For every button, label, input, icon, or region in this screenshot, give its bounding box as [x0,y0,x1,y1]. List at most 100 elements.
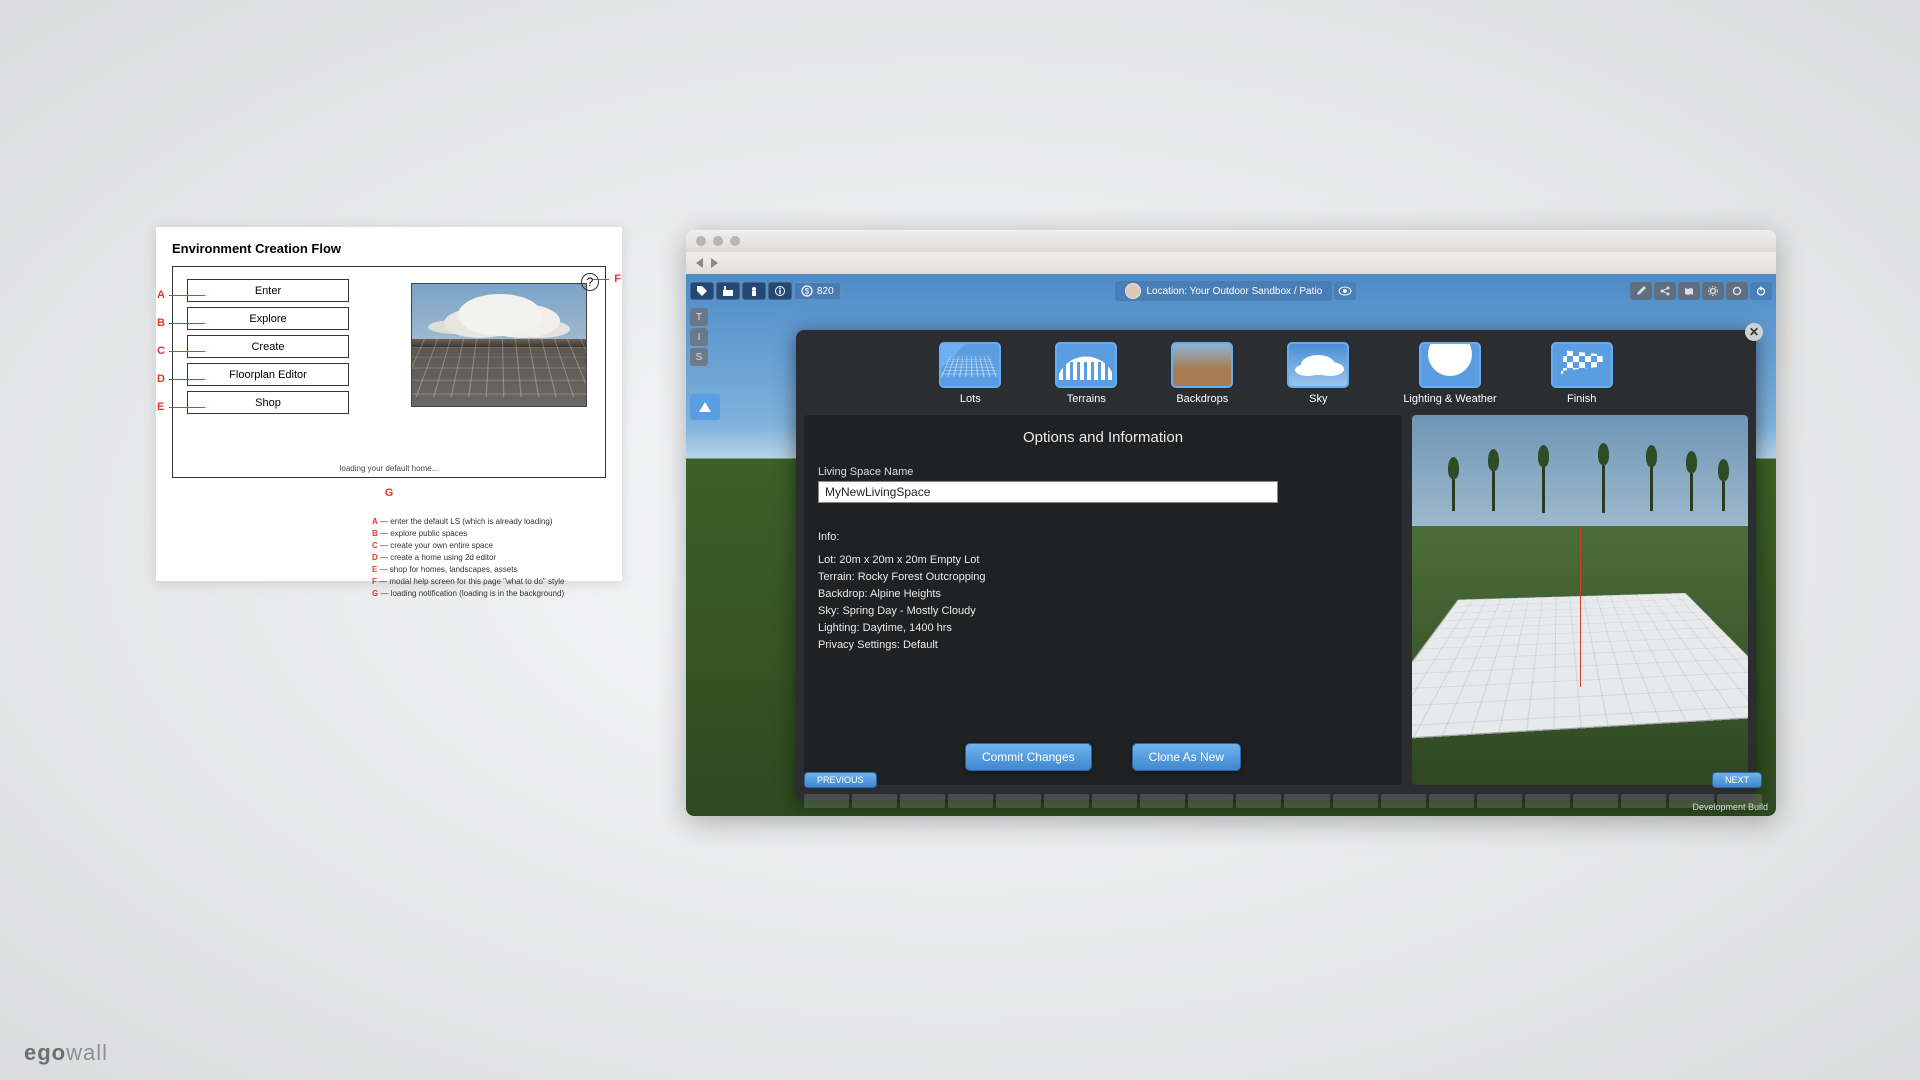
legend-row: G — loading notification (loading is in … [372,588,606,600]
svg-text:$: $ [805,287,810,296]
nav-forward-icon[interactable] [711,258,718,268]
hud-fullscreen[interactable] [1726,282,1748,300]
factory-icon [723,286,733,296]
marker-g: G [385,487,394,499]
help-icon[interactable]: ? [581,273,599,291]
pencil-icon [1636,286,1646,296]
hud-power[interactable] [1750,282,1772,300]
window-navbar [686,252,1776,274]
lot-axis [1580,527,1581,687]
thumbnail-bar[interactable] [804,792,1762,810]
traffic-light-close[interactable] [696,236,706,246]
wireframe-inner: Enter Explore Create Floorplan Editor Sh… [172,266,606,478]
info-privacy: Privacy Settings: Default [818,637,1388,654]
nav-back-icon[interactable] [696,258,703,268]
coin-icon: $ [801,285,813,297]
preview-panel [1412,415,1748,785]
finish-icon [1551,342,1613,388]
hud-tool-person[interactable] [742,282,766,300]
options-panel: Options and Information Living Space Nam… [804,415,1402,785]
panel-title: Options and Information [818,429,1388,446]
tab-lighting[interactable]: Lighting & Weather [1403,342,1496,405]
tab-lots[interactable]: Lots [939,342,1001,405]
side-t[interactable]: T [690,308,708,326]
info-lot: Lot: 20m x 20m x 20m Empty Lot [818,552,1388,569]
marker-b: B [157,317,165,329]
next-button[interactable]: NEXT [1712,772,1762,788]
menu-floorplan[interactable]: Floorplan Editor [187,363,349,386]
lots-icon [939,342,1001,388]
legend-row: A — enter the default LS (which is alrea… [372,516,606,528]
hud: $ 820 Location: Your Outdoor Sandbox / P… [690,278,1772,304]
legend-row: B — explore public spaces [372,528,606,540]
tab-backdrops[interactable]: Backdrops [1171,342,1233,405]
info-label: Info: [818,529,1388,546]
hud-edit[interactable] [1630,282,1652,300]
tag-icon [697,286,707,296]
side-i[interactable]: I [690,328,708,346]
tab-terrains[interactable]: Terrains [1055,342,1117,405]
previous-button[interactable]: PREVIOUS [804,772,877,788]
marker-a: A [157,289,165,301]
backdrops-icon [1171,342,1233,388]
sky-icon [1287,342,1349,388]
hud-map[interactable] [1678,282,1700,300]
marker-c: C [157,345,165,357]
close-icon[interactable]: ✕ [1745,323,1763,341]
map-icon [1684,286,1694,296]
tab-finish[interactable]: Finish [1551,342,1613,405]
clone-button[interactable]: Clone As New [1132,743,1241,771]
hud-currency[interactable]: $ 820 [794,282,841,300]
legend-row: D — create a home using 2d editor [372,552,606,564]
share-icon [1660,286,1670,296]
hud-settings[interactable] [1702,282,1724,300]
env-modal: ✕ Lots Terrains Backdrops Sky Lighting &… [796,330,1756,800]
gear-icon [1708,286,1718,296]
marker-e: E [157,401,164,413]
hud-tool-build[interactable] [716,282,740,300]
marker-f: F [614,273,621,285]
hud-visibility[interactable] [1334,282,1356,300]
info-icon [775,286,785,296]
legend: A — enter the default LS (which is alrea… [372,516,606,600]
tree-icon [1690,469,1693,511]
info-backdrop: Backdrop: Alpine Heights [818,586,1388,603]
preview-thumbnail [411,283,587,407]
pager: PREVIOUS NEXT [804,772,1762,788]
avatar-icon [1125,283,1141,299]
hud-location[interactable]: Location: Your Outdoor Sandbox / Patio [1115,281,1333,301]
living-space-name-input[interactable] [818,481,1278,503]
loading-text: loading your default home... [173,464,605,473]
hud-tool-info[interactable] [768,282,792,300]
menu-create[interactable]: Create [187,335,349,358]
terrain-badge-icon[interactable] [690,394,720,420]
location-text: Location: Your Outdoor Sandbox / Patio [1147,286,1323,297]
legend-row: E — shop for homes, landscapes, assets [372,564,606,576]
circle-icon [1732,286,1742,296]
person-icon [749,286,759,296]
tree-icon [1602,461,1605,513]
menu-shop[interactable]: Shop [187,391,349,414]
window-titlebar [686,230,1776,252]
legend-row: F — modal help screen for this page "wha… [372,576,606,588]
hud-tool-tag[interactable] [690,282,714,300]
tree-icon [1452,475,1455,511]
info-terrain: Terrain: Rocky Forest Outcropping [818,569,1388,586]
info-block: Info: Lot: 20m x 20m x 20m Empty Lot Ter… [818,529,1388,654]
traffic-light-max[interactable] [730,236,740,246]
info-sky: Sky: Spring Day - Mostly Cloudy [818,603,1388,620]
traffic-light-min[interactable] [713,236,723,246]
terrains-icon [1055,342,1117,388]
tree-icon [1650,463,1653,511]
menu-explore[interactable]: Explore [187,307,349,330]
commit-button[interactable]: Commit Changes [965,743,1092,771]
tree-icon [1722,477,1725,511]
wireframe-card: Environment Creation Flow Enter Explore … [156,227,622,581]
info-lighting: Lighting: Daytime, 1400 hrs [818,620,1388,637]
app-window: $ 820 Location: Your Outdoor Sandbox / P… [686,230,1776,816]
hud-share[interactable] [1654,282,1676,300]
tab-sky[interactable]: Sky [1287,342,1349,405]
side-s[interactable]: S [690,348,708,366]
eye-icon [1338,286,1352,296]
menu-enter[interactable]: Enter [187,279,349,302]
